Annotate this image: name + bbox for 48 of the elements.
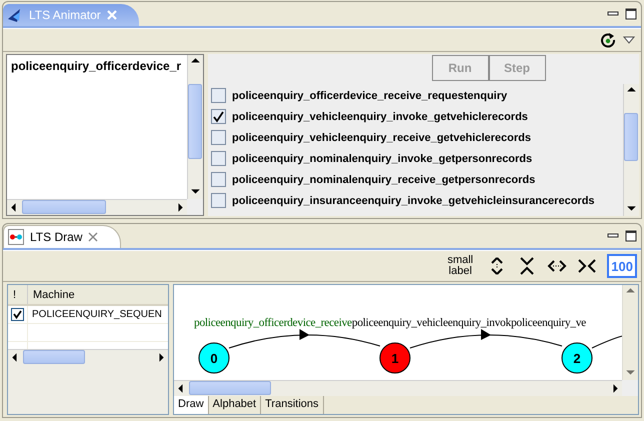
refresh-icon[interactable] (599, 31, 617, 49)
small-label-button[interactable]: small label (443, 255, 478, 277)
checkbox[interactable] (211, 109, 226, 124)
checkbox[interactable] (211, 88, 226, 103)
transition-label: policeenquiry_vehicleenquiry_invok (352, 317, 511, 329)
zoom-button[interactable]: 100 (607, 254, 637, 278)
tab-title: LTS Animator (29, 8, 101, 22)
trace-item[interactable]: policeenquiry_officerdevice_r (11, 59, 183, 73)
scroll-thumb[interactable] (624, 113, 638, 161)
action-label[interactable]: policeenquiry_insuranceenquiry_invoke_getvehicleinsurancerecords (232, 194, 595, 206)
scrollbar-corner (187, 199, 203, 215)
horizontal-scrollbar[interactable] (174, 380, 622, 396)
action-label[interactable]: policeenquiry_vehicleenquiry_receive_getvehiclerecords (232, 132, 531, 144)
scroll-thumb[interactable] (189, 381, 271, 395)
graph-icon (8, 229, 24, 245)
action-label[interactable]: policeenquiry_nominalenquiry_receive_getpersonrecords (232, 174, 536, 186)
checkbox[interactable] (211, 130, 226, 145)
transition-label: policeenquiry_ve (510, 317, 586, 329)
action-label[interactable]: policeenquiry_vehicleenquiry_invoke_getvehiclerecords (232, 110, 528, 122)
checkbox[interactable] (211, 172, 226, 187)
vertical-scrollbar[interactable] (187, 55, 203, 199)
vertical-scrollbar[interactable] (623, 84, 639, 216)
table-cell-text: POLICEENQUIRY_SEQUEN (31, 308, 163, 322)
dropdown-icon[interactable] (623, 36, 635, 44)
state-node[interactable]: 0 (198, 342, 230, 374)
view-tab[interactable]: Draw (174, 396, 209, 414)
action-label[interactable]: policeenquiry_officerdevice_receive_requestenquiry (232, 90, 508, 102)
action-label[interactable]: policeenquiry_nominalenquiry_invoke_getpersonrecords (232, 152, 532, 164)
tab-title: LTS Draw (30, 230, 82, 244)
state-node[interactable]: 2 (562, 342, 592, 374)
scroll-thumb[interactable] (188, 84, 202, 159)
checkbox[interactable] (11, 308, 24, 321)
checkbox[interactable] (211, 193, 226, 208)
scroll-thumb[interactable] (22, 200, 106, 214)
horizontal-scrollbar[interactable] (7, 199, 187, 215)
transition-label: policeenquiry_officerdevice_receive (194, 317, 352, 329)
checkbox[interactable] (211, 151, 226, 166)
animator-icon (7, 7, 23, 23)
maximize-icon[interactable] (625, 230, 637, 242)
horizontal-scrollbar[interactable] (8, 349, 168, 414)
scroll-thumb[interactable] (23, 350, 85, 364)
state-node[interactable]: 1 (380, 342, 410, 374)
view-tab[interactable]: Transitions (261, 396, 324, 414)
view-tab[interactable]: Alphabet (208, 396, 262, 414)
column-header[interactable]: Machine (28, 285, 75, 304)
scrollbar-corner (622, 380, 638, 396)
column-header[interactable]: ! (8, 285, 28, 304)
maximize-icon[interactable] (625, 8, 637, 20)
